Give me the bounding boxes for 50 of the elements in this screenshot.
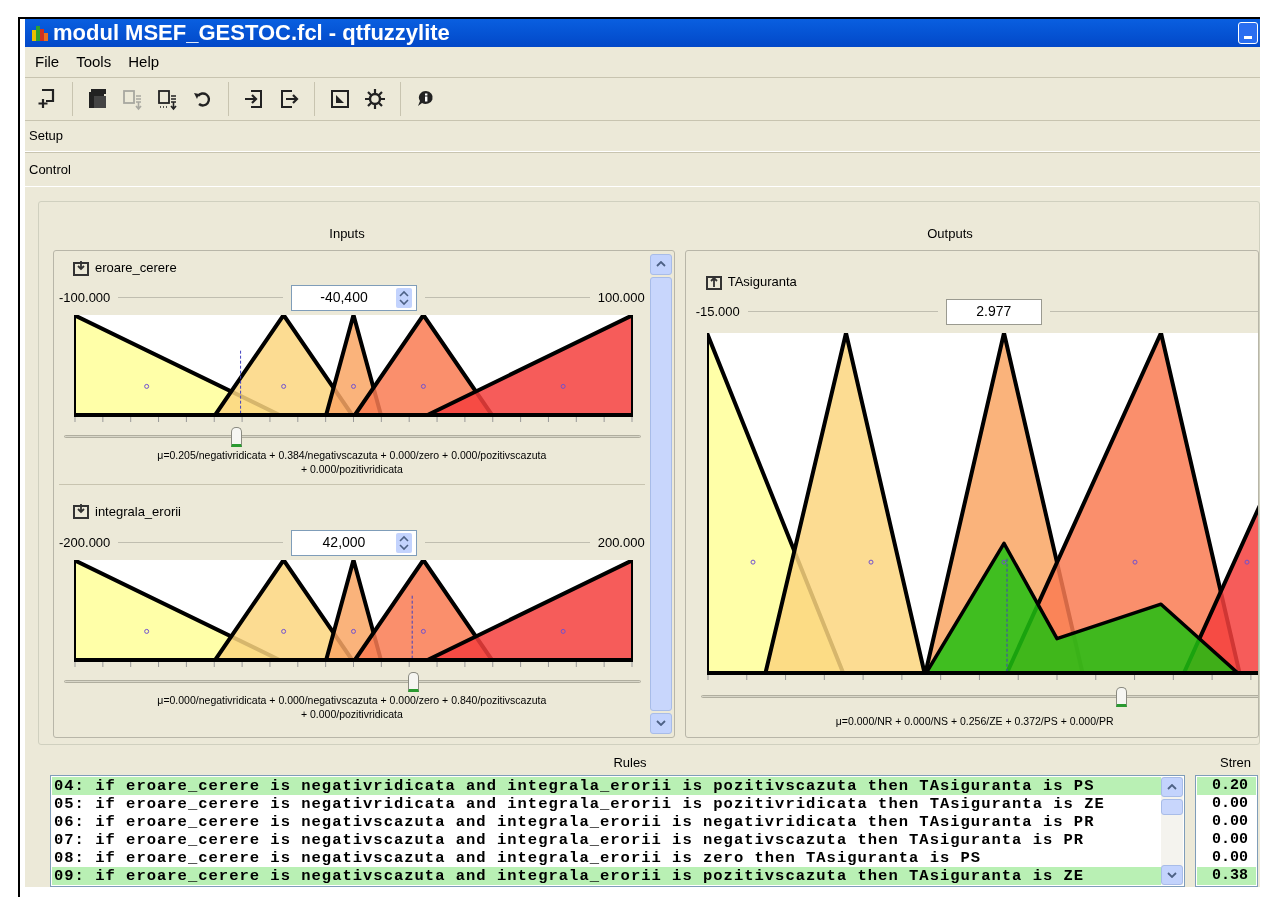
- scroll-down-button[interactable]: [1161, 865, 1183, 885]
- minimize-button[interactable]: [1238, 21, 1258, 44]
- value-spinbox[interactable]: 42,000: [291, 529, 417, 556]
- slider[interactable]: [64, 425, 641, 448]
- settings-icon: [363, 86, 387, 111]
- panel-title: Inputs: [329, 224, 365, 243]
- caret-up-icon: [1167, 784, 1177, 790]
- spin-arrows-icon: [396, 287, 412, 308]
- slider-thumb[interactable]: [408, 671, 420, 692]
- section-header[interactable]: Control: [29, 159, 71, 179]
- membership-values: μ=0.000/NR + 0.000/NS + 0.256/ZE + 0.372/PS + 0.000/PR: [835, 713, 1114, 729]
- input-variable-icon: [73, 503, 89, 520]
- menu-item[interactable]: Help: [128, 50, 160, 74]
- membership-values: μ=0.000/negativridicata + 0.000/negativscazuta + 0.000/zero + 0.840/pozitivscazuta + 0.000/pozitivridicata: [156, 692, 548, 721]
- range-min-label: -100.000: [59, 289, 111, 307]
- membership-values: μ=0.205/negativridicata + 0.384/negativscazuta + 0.000/zero + 0.000/pozitivscazuta + 0.000/pozitivridicata: [156, 447, 548, 476]
- strength-title: Stren: [1220, 754, 1252, 773]
- scrollbar-thumb[interactable]: [1161, 799, 1183, 815]
- caret-down-icon: [655, 720, 666, 727]
- rule-row[interactable]: 04: if eroare_cerere is negativridicata and integrala_erorii is pozitivscazuta then TAsiguranta is PS: [52, 777, 1161, 795]
- slider-thumb[interactable]: [1115, 686, 1127, 707]
- rules-title: Rules: [613, 754, 647, 773]
- strength-cell: 0.20: [1197, 777, 1256, 795]
- output-variable-icon: [705, 273, 722, 290]
- input-variable-icon: [73, 259, 89, 276]
- app-icon: [31, 23, 49, 42]
- slider-thumb[interactable]: [230, 426, 242, 447]
- menu-item[interactable]: File: [35, 50, 60, 74]
- scroll-down-button[interactable]: [649, 712, 672, 734]
- panel-title: Outputs: [927, 224, 973, 243]
- range-max-label: 100.000: [597, 289, 645, 307]
- spin-arrows-icon: [396, 532, 412, 553]
- range-min-label: -200.000: [59, 534, 111, 552]
- scrollbar-thumb[interactable]: [649, 276, 672, 711]
- range-min-label: -15.000: [695, 303, 740, 321]
- caret-down-icon: [1167, 872, 1177, 878]
- caret-up-icon: [655, 261, 666, 268]
- value-spinbox[interactable]: -40,400: [291, 284, 417, 311]
- variable-name: integrala_erorii: [95, 502, 181, 521]
- slider[interactable]: [700, 685, 1258, 708]
- variable-name: eroare_cerere: [95, 259, 177, 277]
- scroll-up-button[interactable]: [649, 253, 672, 275]
- range-max-label: 200.000: [597, 534, 645, 552]
- window-title: modul MSEF_GESTOC.fcl - qtfuzzylite: [53, 21, 450, 44]
- value-field: 2.977: [945, 298, 1042, 325]
- variable-name: TAsiguranta: [727, 273, 797, 291]
- menu-item[interactable]: Tools: [76, 50, 112, 74]
- scroll-up-button[interactable]: [1161, 777, 1183, 797]
- slider[interactable]: [64, 670, 641, 693]
- section-header[interactable]: Setup: [29, 126, 63, 146]
